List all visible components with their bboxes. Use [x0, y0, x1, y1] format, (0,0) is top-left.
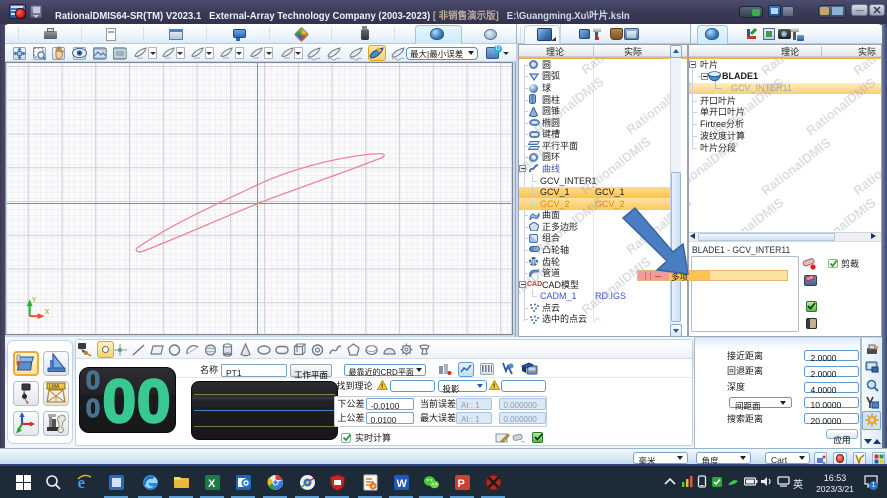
svg-text:P: P: [457, 478, 464, 490]
svg-text:W: W: [396, 478, 407, 490]
svg-text:X: X: [45, 309, 50, 316]
svg-text:!: !: [381, 384, 383, 391]
svg-text:!: !: [493, 384, 495, 391]
svg-text:X: X: [208, 478, 216, 490]
svg-text:Y: Y: [32, 297, 37, 304]
svg-text:LMA: LMA: [49, 384, 60, 390]
